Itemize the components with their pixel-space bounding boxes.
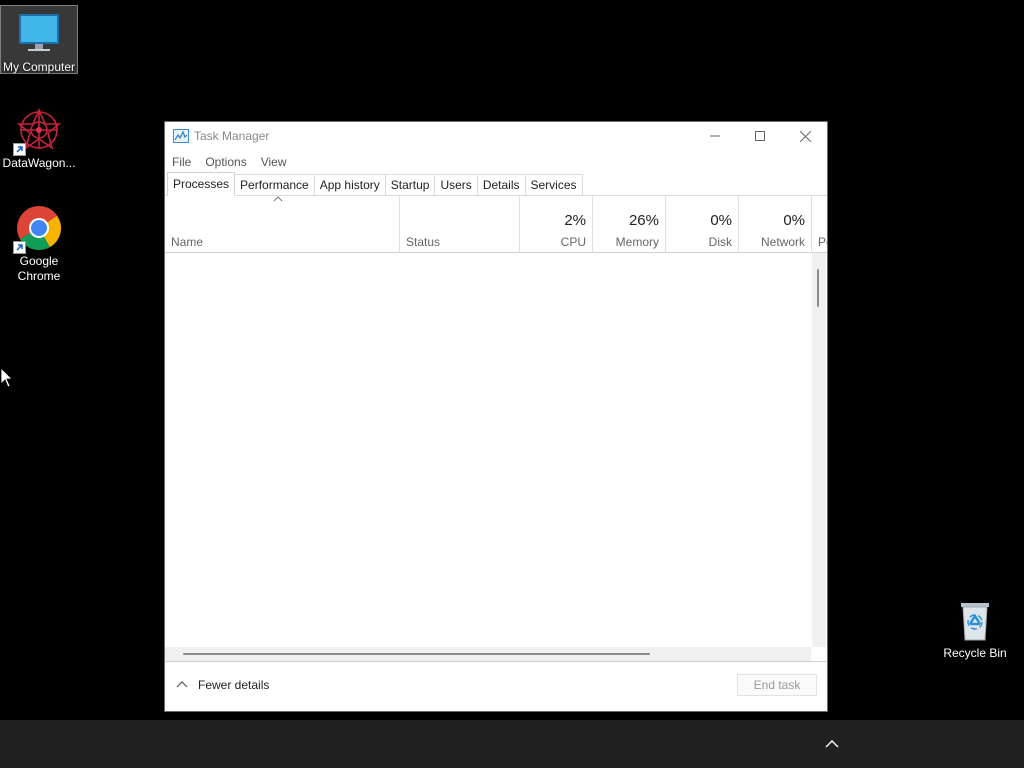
column-header-row: Name Status 2% CPU 26% Memory 0% Disk 0%… xyxy=(165,196,827,253)
recycle-bin-icon xyxy=(951,596,999,644)
fewer-details-label: Fewer details xyxy=(198,678,270,692)
desktop-icon-label: DataWagon... xyxy=(2,156,76,170)
taskbar xyxy=(0,720,1024,768)
column-memory[interactable]: 26% Memory xyxy=(592,196,665,253)
task-manager-app-icon xyxy=(173,129,189,143)
process-list xyxy=(165,253,827,661)
column-disk[interactable]: 0% Disk xyxy=(665,196,738,253)
shortcut-arrow-icon xyxy=(13,143,26,156)
tab-startup[interactable]: Startup xyxy=(385,174,436,195)
fewer-details-button[interactable]: Fewer details xyxy=(176,678,269,692)
title-bar[interactable]: Task Manager xyxy=(165,122,827,152)
datawagon-icon xyxy=(13,106,63,156)
desktop-icon-label: My Computer xyxy=(2,60,76,74)
tab-app-history[interactable]: App history xyxy=(314,174,386,195)
close-icon xyxy=(800,130,811,142)
menu-options[interactable]: Options xyxy=(198,155,253,169)
desktop-icon-datawagon[interactable]: DataWagon... xyxy=(0,102,78,174)
close-button[interactable] xyxy=(783,122,828,150)
show-hidden-icons-button[interactable] xyxy=(824,736,840,752)
end-task-button[interactable]: End task xyxy=(737,674,817,696)
cpu-percent: 2% xyxy=(564,212,586,229)
chevron-up-icon xyxy=(176,681,188,688)
task-manager-window: Task Manager File Options View Processes… xyxy=(164,121,828,712)
maximize-button[interactable] xyxy=(737,122,782,150)
column-label: Name xyxy=(171,235,204,249)
chevron-up-icon xyxy=(825,740,839,748)
memory-percent: 26% xyxy=(628,212,659,229)
column-label: Network xyxy=(760,235,805,249)
minimize-icon xyxy=(709,135,720,137)
desktop-icon-label: Recycle Bin xyxy=(943,646,1007,660)
tab-bar: Processes Performance App history Startu… xyxy=(165,172,827,196)
horizontal-scroll-thumb[interactable] xyxy=(183,653,650,655)
column-power[interactable]: Po xyxy=(811,196,827,253)
column-cpu[interactable]: 2% CPU xyxy=(519,196,592,253)
desktop-icon-my-computer[interactable]: My Computer xyxy=(0,5,78,74)
tab-users[interactable]: Users xyxy=(435,174,478,195)
window-title: Task Manager xyxy=(194,129,270,143)
desktop-icon-recycle-bin[interactable]: Recycle Bin xyxy=(936,592,1014,662)
column-label: CPU xyxy=(560,235,586,249)
vertical-scrollbar[interactable] xyxy=(812,253,826,647)
monitor-icon xyxy=(15,10,63,58)
mouse-cursor-icon xyxy=(0,367,13,393)
menu-view[interactable]: View xyxy=(254,155,294,169)
shortcut-arrow-icon xyxy=(13,241,26,254)
maximize-icon xyxy=(754,131,765,141)
chrome-icon xyxy=(13,204,63,254)
column-network[interactable]: 0% Network xyxy=(738,196,811,253)
desktop-icon-google-chrome[interactable]: Google Chrome xyxy=(0,200,78,288)
network-percent: 0% xyxy=(783,212,805,229)
column-label: Po xyxy=(818,235,827,249)
tab-services[interactable]: Services xyxy=(525,174,583,195)
desktop-icon-label: Google Chrome xyxy=(17,254,61,283)
tab-details[interactable]: Details xyxy=(477,174,526,195)
column-label: Memory xyxy=(615,235,659,249)
disk-percent: 0% xyxy=(710,212,732,229)
horizontal-scrollbar[interactable] xyxy=(165,647,811,661)
tab-processes[interactable]: Processes xyxy=(167,172,236,196)
vertical-scroll-thumb[interactable] xyxy=(817,269,819,307)
column-label: Disk xyxy=(708,235,732,249)
column-name[interactable]: Name xyxy=(165,196,399,253)
footer: Fewer details End task xyxy=(165,661,827,711)
column-status[interactable]: Status xyxy=(399,196,519,253)
column-label: Status xyxy=(406,235,441,249)
menu-file[interactable]: File xyxy=(165,155,198,169)
tab-performance[interactable]: Performance xyxy=(235,174,315,195)
menu-bar: File Options View xyxy=(165,152,827,172)
minimize-button[interactable] xyxy=(692,122,737,150)
